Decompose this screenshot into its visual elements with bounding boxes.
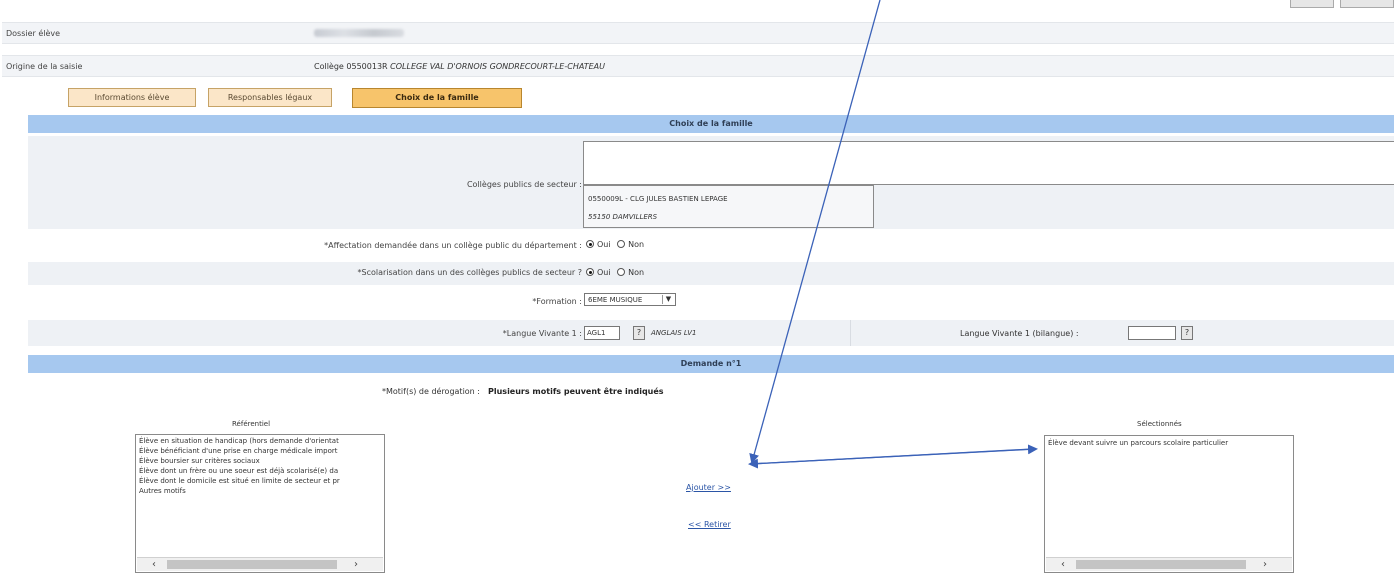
annotation-arrow-right — [749, 444, 1038, 465]
annotation-arrows — [748, 0, 1038, 469]
annotation-arrow-down — [749, 0, 881, 464]
